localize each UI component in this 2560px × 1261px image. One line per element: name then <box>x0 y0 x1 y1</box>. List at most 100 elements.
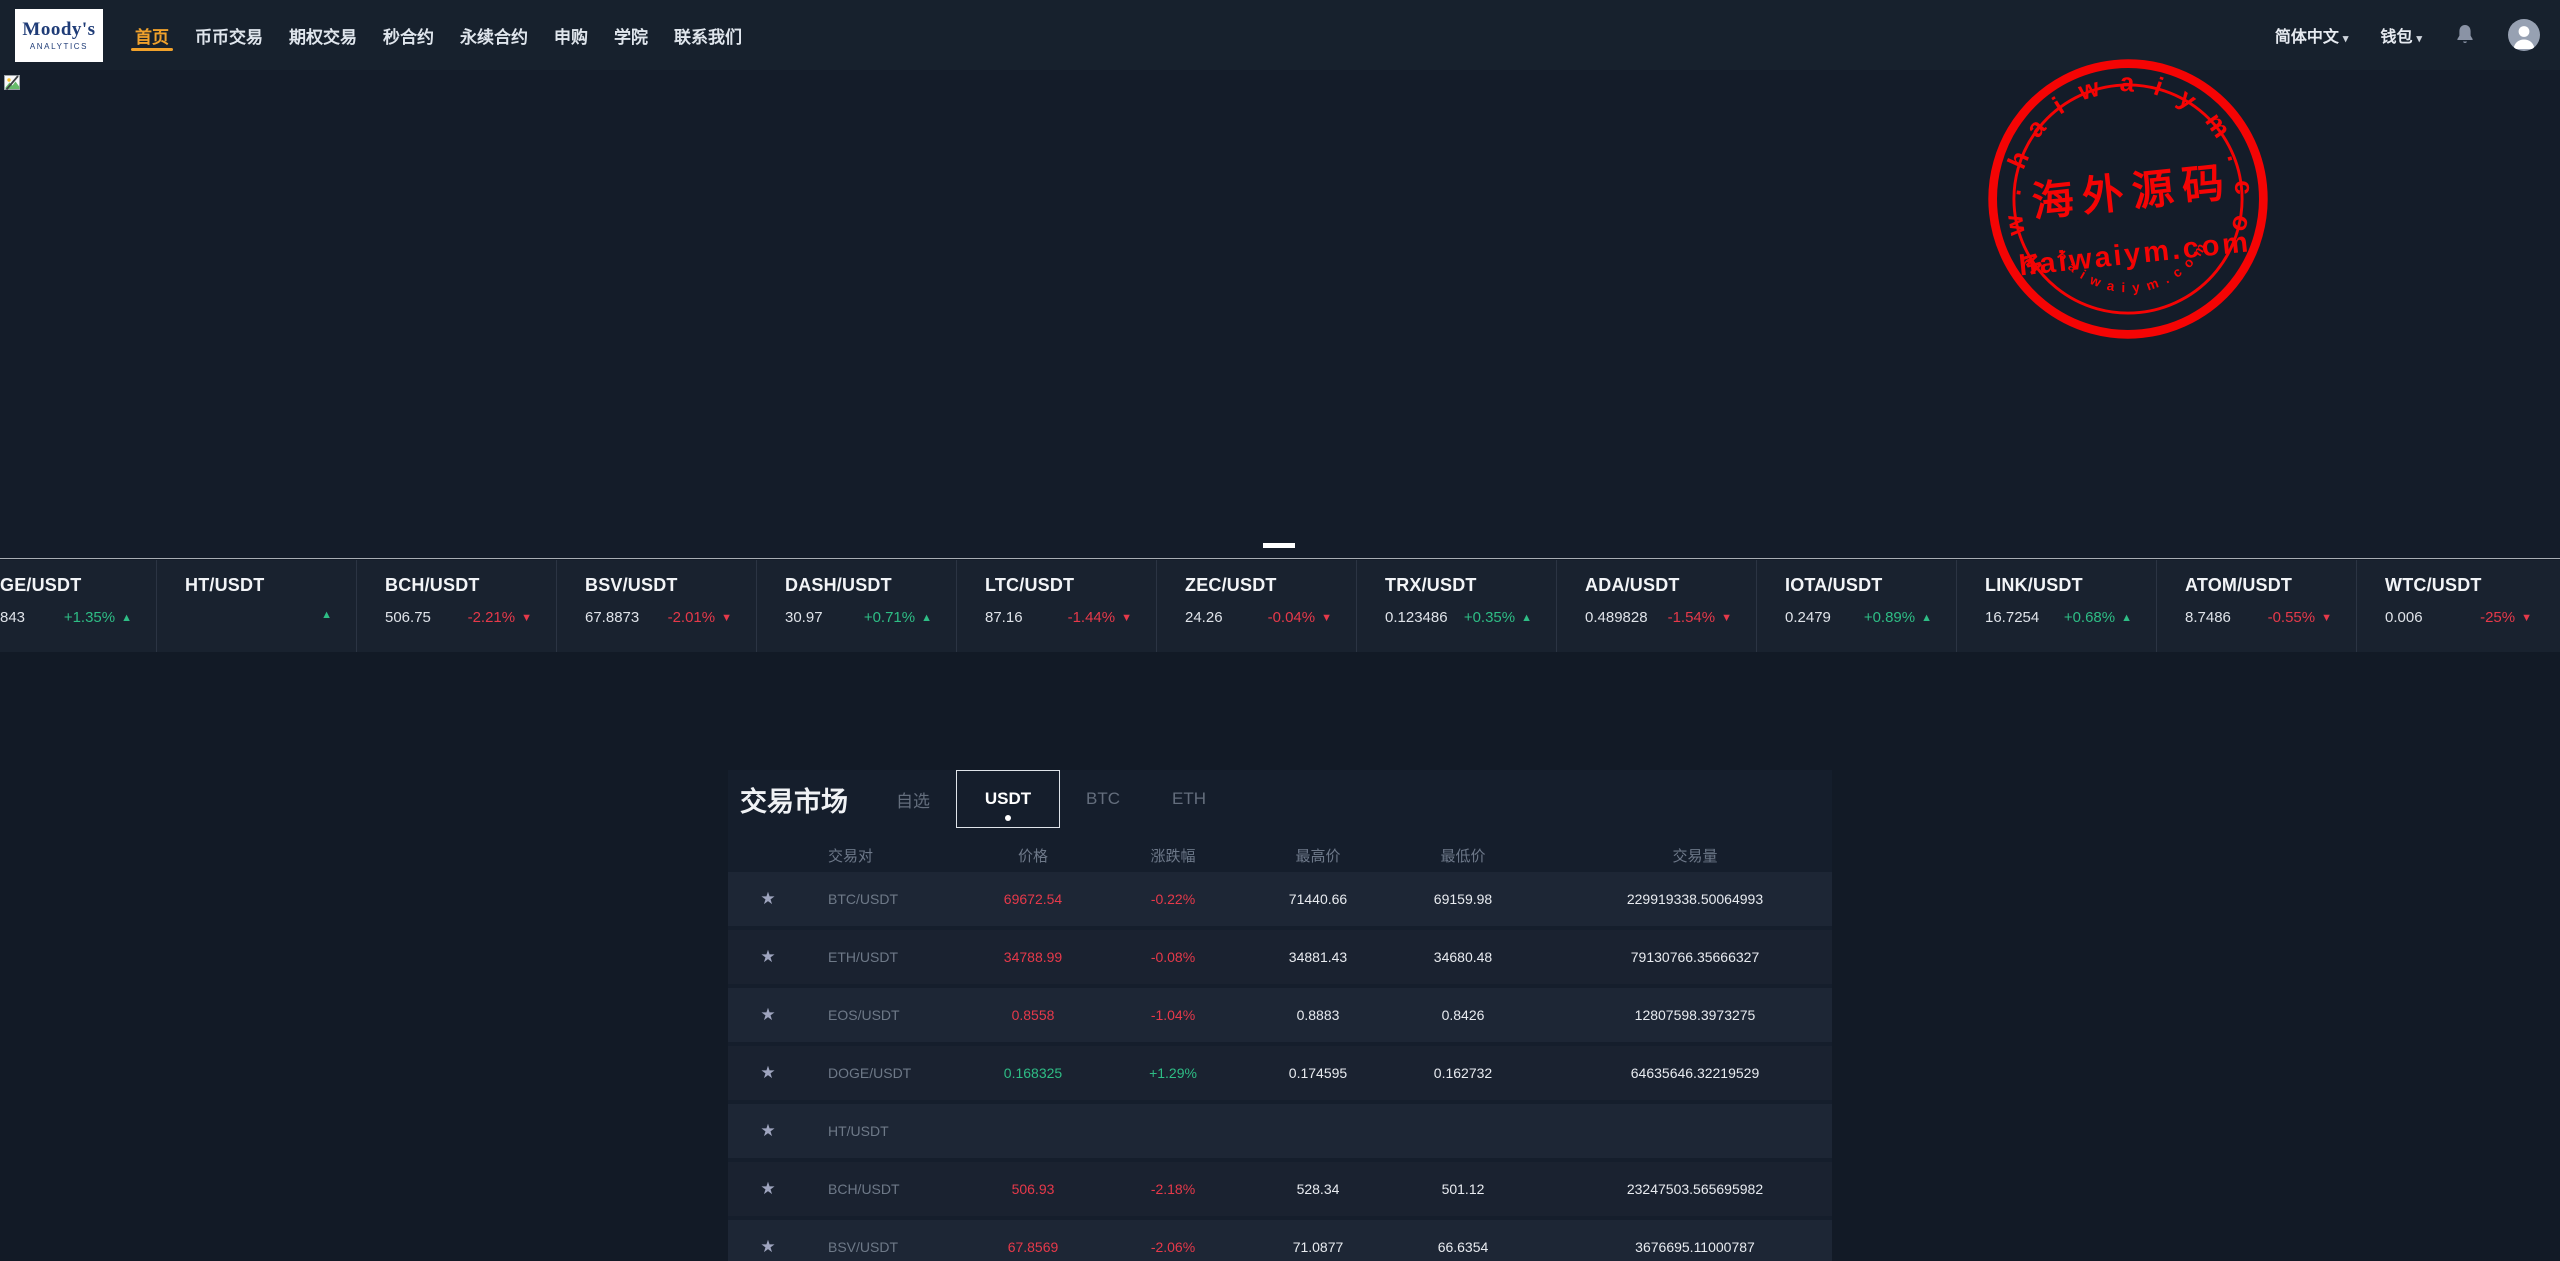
ticker-price: 8.7486 <box>2185 609 2231 626</box>
table-row[interactable]: ★ HT/USDT <box>728 1104 1832 1158</box>
favorite-star-icon[interactable]: ★ <box>760 889 775 909</box>
ticker-change: -2.21% <box>467 609 516 626</box>
active-tab-dot <box>1005 815 1011 821</box>
market-tab-label: BTC <box>1086 789 1120 808</box>
market-title: 交易市场 <box>740 786 848 817</box>
ticker-symbol: WTC/USDT <box>2385 575 2482 595</box>
market-tab[interactable]: ETH <box>1146 770 1232 828</box>
cell-volume: 12807598.3973275 <box>1634 1007 1756 1023</box>
cell-pair: DOGE/USDT <box>828 1065 912 1081</box>
ticker-item[interactable]: WTC/USDT 0.006 -25% ▼ <box>2356 560 2556 652</box>
ticker-change: +1.35% <box>63 609 116 626</box>
table-header-row: 交易对 价格 涨跌幅 最高价 最低价 交易量 <box>728 838 1832 872</box>
ticker-item[interactable]: TRX/USDT 0.123486 +0.35% ▲ <box>1356 560 1556 652</box>
market-tab[interactable]: USDT <box>956 770 1060 828</box>
cell-volume: 79130766.35666327 <box>1630 949 1760 965</box>
ticker-change: +0.68% <box>2063 609 2116 626</box>
cell-low: 66.6354 <box>1437 1239 1489 1255</box>
favorite-star-icon[interactable]: ★ <box>760 1237 775 1257</box>
market-tab[interactable]: BTC <box>1060 770 1146 828</box>
table-row[interactable]: ★ BTC/USDT 69672.54 -0.22% 71440.66 6915… <box>728 872 1832 926</box>
ticker-item[interactable]: LTC/USDT 87.16 -1.44% ▼ <box>956 560 1156 652</box>
ticker-change: -1.44% <box>1067 609 1116 626</box>
cell-price: 0.8558 <box>1011 1007 1055 1023</box>
col-header-high: 最高价 <box>1295 847 1341 865</box>
ticker-symbol: ATOM/USDT <box>2185 575 2293 595</box>
ticker-symbol: ZEC/USDT <box>1185 575 1277 595</box>
page: Moody's ANALYTICS 首页 币币交易 期权交易 秒合约 永续合约 … <box>0 0 2560 1261</box>
ticker-item[interactable]: IOTA/USDT 0.2479 +0.89% ▲ <box>1756 560 1956 652</box>
trend-arrow-icon: ▼ <box>721 611 732 624</box>
ticker-change: -0.04% <box>1267 609 1316 626</box>
favorite-star-icon[interactable]: ★ <box>760 1121 775 1141</box>
ticker-item[interactable]: DASH/USDT 30.97 +0.71% ▲ <box>756 560 956 652</box>
table-row[interactable]: ★ DOGE/USDT 0.168325 +1.29% 0.174595 0.1… <box>728 1046 1832 1100</box>
col-header-pair: 交易对 <box>828 847 874 865</box>
cell-low: 501.12 <box>1441 1181 1485 1197</box>
cell-change: -0.08% <box>1150 949 1196 965</box>
nav-menu-item[interactable]: 永续合约 <box>460 0 528 70</box>
favorite-star-icon[interactable]: ★ <box>760 947 775 967</box>
ticker-price: 67.8873 <box>585 609 640 626</box>
nav-menu-item[interactable]: 首页 <box>131 0 173 70</box>
table-row[interactable]: ★ BSV/USDT 67.8569 -2.06% 71.0877 66.635… <box>728 1220 1832 1261</box>
ticker-item[interactable]: GE/USDT 843 +1.35% ▲ <box>0 560 156 652</box>
trend-arrow-icon: ▲ <box>921 611 932 624</box>
wallet-dropdown[interactable]: 钱包 ▾ <box>2380 23 2422 47</box>
table-row[interactable]: ★ BCH/USDT 506.93 -2.18% 528.34 501.12 2… <box>728 1162 1832 1216</box>
ticker-symbol: DASH/USDT <box>785 575 892 595</box>
ticker-symbol: LINK/USDT <box>1985 575 2083 595</box>
user-avatar[interactable] <box>2508 19 2540 51</box>
nav-menu-item[interactable]: 申购 <box>554 0 588 70</box>
favorite-star-icon[interactable]: ★ <box>760 1005 775 1025</box>
ticker-item[interactable]: LINK/USDT 16.7254 +0.68% ▲ <box>1956 560 2156 652</box>
nav-menu-item[interactable]: 学院 <box>614 0 648 70</box>
ticker-item[interactable]: BSV/USDT 67.8873 -2.01% ▼ <box>556 560 756 652</box>
cell-pair: HT/USDT <box>828 1123 889 1139</box>
cell-pair: ETH/USDT <box>828 949 898 965</box>
col-header-volume: 交易量 <box>1672 847 1718 865</box>
cell-pair: EOS/USDT <box>828 1007 900 1023</box>
ticker-symbol: BSV/USDT <box>585 575 678 595</box>
chevron-down-icon: ▾ <box>2342 33 2349 45</box>
cell-price: 0.168325 <box>1003 1065 1063 1081</box>
market-tab[interactable]: 自选 <box>870 770 956 828</box>
favorite-star-icon[interactable]: ★ <box>760 1179 775 1199</box>
brand-logo[interactable]: Moody's ANALYTICS <box>15 9 103 62</box>
trend-arrow-icon: ▼ <box>2321 611 2332 624</box>
col-header-change: 涨跌幅 <box>1150 847 1196 865</box>
trend-arrow-icon: ▲ <box>2121 611 2132 624</box>
market-tabs: 自选 USDT BTC ETH <box>870 770 1232 828</box>
ticker-item[interactable]: ZEC/USDT 24.26 -0.04% ▼ <box>1156 560 1356 652</box>
market-tab-label: 自选 <box>896 791 930 811</box>
ticker-change: -25% <box>2480 609 2516 626</box>
chevron-down-icon: ▾ <box>2416 33 2422 45</box>
nav-menu-item[interactable]: 期权交易 <box>289 0 357 70</box>
ticker-price: 24.26 <box>1185 609 1223 626</box>
cell-volume: 64635646.32219529 <box>1630 1065 1760 1081</box>
ticker-price: 30.97 <box>785 609 823 626</box>
cell-pair: BTC/USDT <box>828 891 898 907</box>
ticker-change: -0.55% <box>2267 609 2316 626</box>
nav-menu-item[interactable]: 币币交易 <box>195 0 263 70</box>
ticker-symbol: HT/USDT <box>185 575 265 595</box>
ticker-item[interactable]: BCH/USDT 506.75 -2.21% ▼ <box>356 560 556 652</box>
language-dropdown[interactable]: 简体中文 ▾ <box>2275 23 2349 47</box>
trend-arrow-icon: ▲ <box>121 611 132 624</box>
nav-menu-item[interactable]: 联系我们 <box>674 0 742 70</box>
market-tab-label: USDT <box>984 789 1032 808</box>
table-row[interactable]: ★ ETH/USDT 34788.99 -0.08% 34881.43 3468… <box>728 930 1832 984</box>
notification-bell-icon[interactable] <box>2454 23 2476 47</box>
trend-arrow-icon: ▲ <box>321 609 332 621</box>
carousel-indicator[interactable] <box>1263 543 1295 548</box>
ticker-item[interactable]: ADA/USDT 0.489828 -1.54% ▼ <box>1556 560 1756 652</box>
nav-menu-item[interactable]: 秒合约 <box>383 0 434 70</box>
ticker-item[interactable]: HT/USDT ▲ <box>156 560 356 652</box>
ticker-item[interactable]: ATOM/USDT 8.7486 -0.55% ▼ <box>2156 560 2356 652</box>
favorite-star-icon[interactable]: ★ <box>760 1063 775 1083</box>
cell-high: 34881.43 <box>1288 949 1348 965</box>
table-row[interactable]: ★ EOS/USDT 0.8558 -1.04% 0.8883 0.8426 1… <box>728 988 1832 1042</box>
cell-high: 528.34 <box>1296 1181 1340 1197</box>
cell-pair: BSV/USDT <box>828 1239 899 1255</box>
cell-change: +1.29% <box>1149 1065 1197 1081</box>
